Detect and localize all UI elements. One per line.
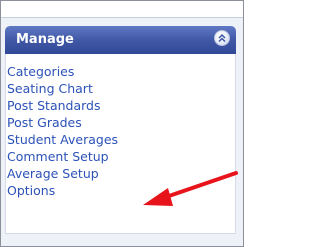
menu-item-options[interactable]: Options xyxy=(7,182,118,199)
screenshot-frame: Manage Categories Seating Chart Post Sta… xyxy=(0,0,244,247)
double-chevron-up-icon[interactable] xyxy=(214,30,230,46)
panel-title: Manage xyxy=(16,32,74,47)
menu-item-student-averages[interactable]: Student Averages xyxy=(7,131,118,148)
menu-item-post-grades[interactable]: Post Grades xyxy=(7,114,118,131)
menu-item-comment-setup[interactable]: Comment Setup xyxy=(7,148,118,165)
manage-menu-list: Categories Seating Chart Post Standards … xyxy=(7,63,118,199)
manage-menu-body: Categories Seating Chart Post Standards … xyxy=(5,54,236,234)
menu-item-seating-chart[interactable]: Seating Chart xyxy=(7,80,118,97)
menu-item-categories[interactable]: Categories xyxy=(7,63,118,80)
menu-item-average-setup[interactable]: Average Setup xyxy=(7,165,118,182)
menu-item-post-standards[interactable]: Post Standards xyxy=(7,97,118,114)
manage-panel-header[interactable]: Manage xyxy=(5,26,236,54)
